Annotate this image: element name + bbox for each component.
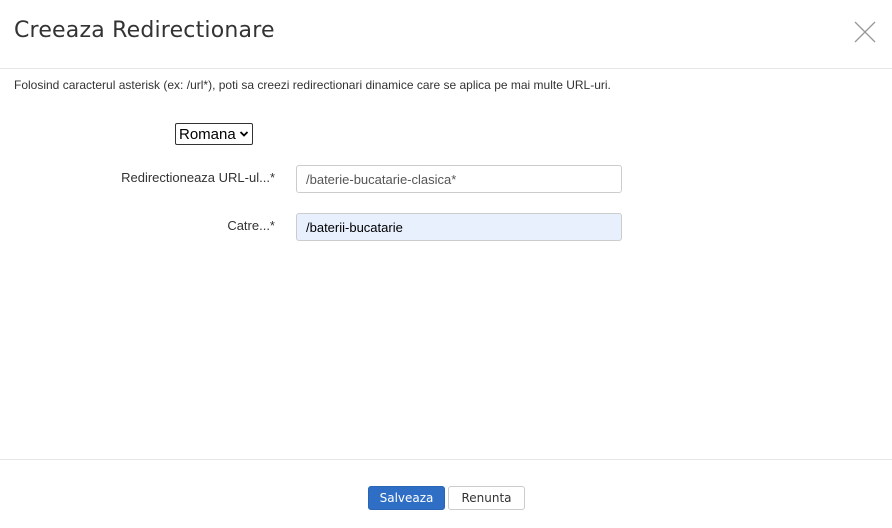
language-select[interactable]: Romana [175, 123, 253, 145]
hint-text: Folosind caracterul asterisk (ex: /url*)… [14, 78, 611, 92]
cancel-button[interactable]: Renunta [448, 486, 525, 510]
redirect-from-input[interactable]: /baterie-bucatarie-clasica* [296, 165, 622, 193]
close-icon [854, 21, 876, 43]
chevron-down-icon [239, 130, 249, 138]
dialog-title: Creeaza Redirectionare [14, 18, 275, 43]
save-button[interactable]: Salveaza [368, 486, 445, 510]
dialog-footer: Salveaza Renunta [0, 459, 892, 528]
dialog-header: Creeaza Redirectionare [0, 0, 892, 69]
redirect-from-label: Redirectioneaza URL-ul...* [121, 170, 275, 185]
redirect-to-input[interactable]: /baterii-bucatarie [296, 213, 622, 241]
close-button[interactable] [853, 20, 877, 44]
redirect-dialog: Creeaza Redirectionare Folosind caracter… [0, 0, 892, 528]
language-select-value: Romana [179, 125, 236, 143]
redirect-to-label: Catre...* [227, 218, 275, 233]
